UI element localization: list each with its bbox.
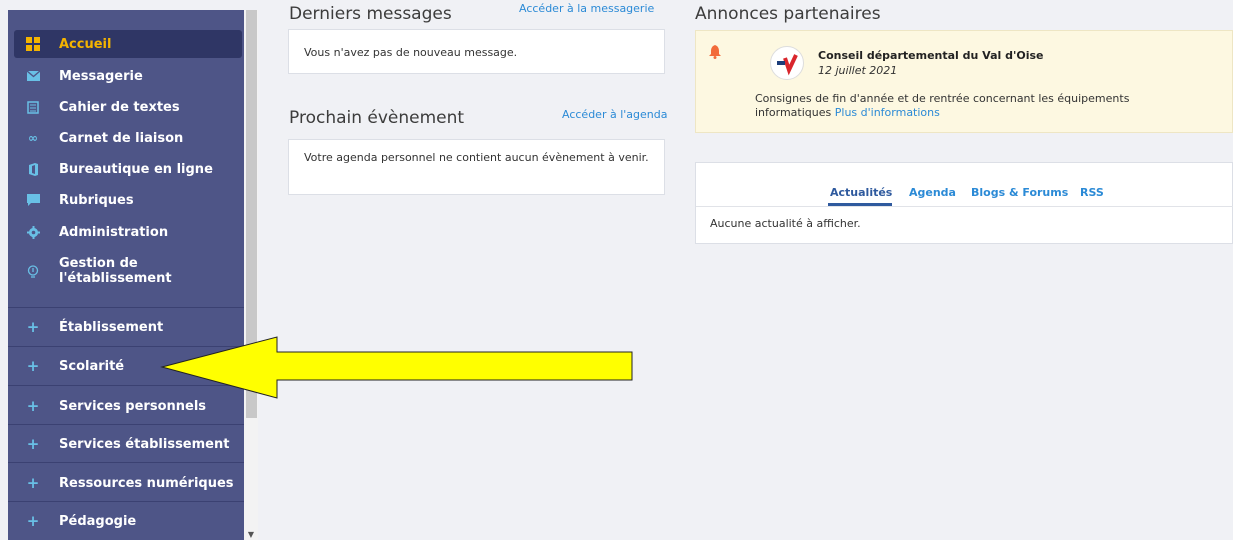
partner-description-text: Consignes de fin d'année et de rentrée c…	[755, 92, 1130, 119]
tab-blogs-forums[interactable]: Blogs & Forums	[971, 186, 1068, 199]
sidebar-section-label: Établissement	[59, 319, 164, 335]
sidebar-section-services-etablissement[interactable]: + Services établissement	[8, 434, 244, 454]
mail-icon	[26, 69, 40, 83]
sidebar-divider	[8, 424, 244, 425]
news-tabs: Actualités Agenda Blogs & Forums RSS	[696, 186, 1233, 206]
partner-date: 12 juillet 2021	[818, 64, 898, 77]
sidebar-item-rubriques[interactable]: Rubriques	[8, 190, 244, 210]
sidebar-section-etablissement[interactable]: + Établissement	[8, 317, 244, 337]
messages-empty-text: Vous n'avez pas de nouveau message.	[304, 46, 518, 59]
office-icon	[26, 162, 40, 176]
lightbulb-icon	[26, 264, 40, 278]
sidebar-item-bureautique[interactable]: Bureautique en ligne	[8, 159, 244, 179]
tab-agenda[interactable]: Agenda	[909, 186, 956, 199]
messages-title: Derniers messages	[289, 4, 452, 24]
plus-icon: +	[26, 397, 40, 415]
sidebar-item-label: Administration	[59, 224, 169, 240]
sidebar-section-label: Services personnels	[59, 398, 207, 414]
plus-icon: +	[26, 512, 40, 530]
tab-actualites[interactable]: Actualités	[830, 186, 892, 199]
sidebar-item-accueil[interactable]: Accueil	[14, 30, 242, 58]
partner-org-name: Conseil départemental du Val d'Oise	[818, 49, 1044, 62]
plus-icon: +	[26, 357, 40, 375]
sidebar-item-label: Rubriques	[59, 192, 134, 208]
sidebar-item-carnet-de-liaison[interactable]: ∞ Carnet de liaison	[8, 128, 244, 148]
infinity-icon: ∞	[28, 131, 38, 145]
sidebar-divider	[8, 307, 244, 308]
sidebar-section-ressources-numeriques[interactable]: + Ressources numériques	[8, 473, 244, 493]
grid-icon	[26, 37, 40, 51]
agenda-card: Votre agenda personnel ne contient aucun…	[288, 139, 665, 195]
sidebar-item-label: Bureautique en ligne	[59, 161, 213, 177]
notebook-icon	[26, 100, 40, 114]
sidebar-item-administration[interactable]: Administration	[8, 222, 244, 242]
messages-link[interactable]: Accéder à la messagerie	[519, 2, 654, 15]
sidebar-divider	[8, 346, 244, 347]
messages-card: Vous n'avez pas de nouveau message.	[288, 29, 665, 74]
sidebar-section-label: Services établissement	[59, 436, 230, 452]
agenda-title: Prochain évènement	[289, 108, 465, 128]
plus-icon: +	[26, 318, 40, 336]
plus-icon: +	[26, 474, 40, 492]
agenda-link[interactable]: Accéder à l'agenda	[562, 108, 667, 121]
news-empty-text: Aucune actualité à afficher.	[710, 217, 861, 230]
gear-icon	[26, 225, 40, 239]
bell-icon	[709, 44, 721, 59]
agenda-empty-text: Votre agenda personnel ne contient aucun…	[304, 151, 649, 164]
val-doise-logo	[770, 46, 804, 80]
sidebar-item-label: Cahier de textes	[59, 99, 180, 115]
sidebar-scrollbar-thumb[interactable]	[246, 10, 257, 418]
news-divider	[696, 206, 1233, 207]
scroll-down-arrow-icon[interactable]: ▼	[246, 530, 256, 540]
sidebar-section-label: Ressources numériques	[59, 475, 234, 491]
sidebar-item-label: Gestion de l'établissement	[59, 256, 172, 286]
sidebar-item-gestion[interactable]: Gestion de l'établissement	[8, 253, 244, 289]
sidebar-divider	[8, 462, 244, 463]
sidebar-item-label: Messagerie	[59, 68, 143, 84]
sidebar-divider	[8, 501, 244, 502]
partner-more-link[interactable]: Plus d'informations	[835, 106, 940, 119]
sidebar-section-scolarite[interactable]: + Scolarité	[8, 356, 244, 376]
sidebar: Accueil Messagerie Cahier de textes ∞ Ca…	[8, 10, 244, 540]
sidebar-item-cahier-de-textes[interactable]: Cahier de textes	[8, 97, 244, 117]
tab-rss[interactable]: RSS	[1080, 186, 1104, 199]
sidebar-section-services-personnels[interactable]: + Services personnels	[8, 396, 244, 416]
chat-icon	[26, 193, 40, 207]
sidebar-item-label: Accueil	[59, 36, 112, 52]
sidebar-item-label: Carnet de liaison	[59, 130, 184, 146]
sidebar-section-label: Scolarité	[59, 358, 125, 374]
sidebar-divider	[8, 385, 244, 386]
partners-title: Annonces partenaires	[695, 4, 881, 24]
partner-description: Consignes de fin d'année et de rentrée c…	[755, 92, 1195, 120]
plus-icon: +	[26, 435, 40, 453]
news-card: Actualités Agenda Blogs & Forums RSS Auc…	[695, 162, 1233, 244]
sidebar-section-label: Pédagogie	[59, 513, 137, 529]
sidebar-item-messagerie[interactable]: Messagerie	[8, 66, 244, 86]
partner-announcement-card: Conseil départemental du Val d'Oise 12 j…	[695, 30, 1233, 133]
sidebar-section-pedagogie[interactable]: + Pédagogie	[8, 511, 244, 531]
